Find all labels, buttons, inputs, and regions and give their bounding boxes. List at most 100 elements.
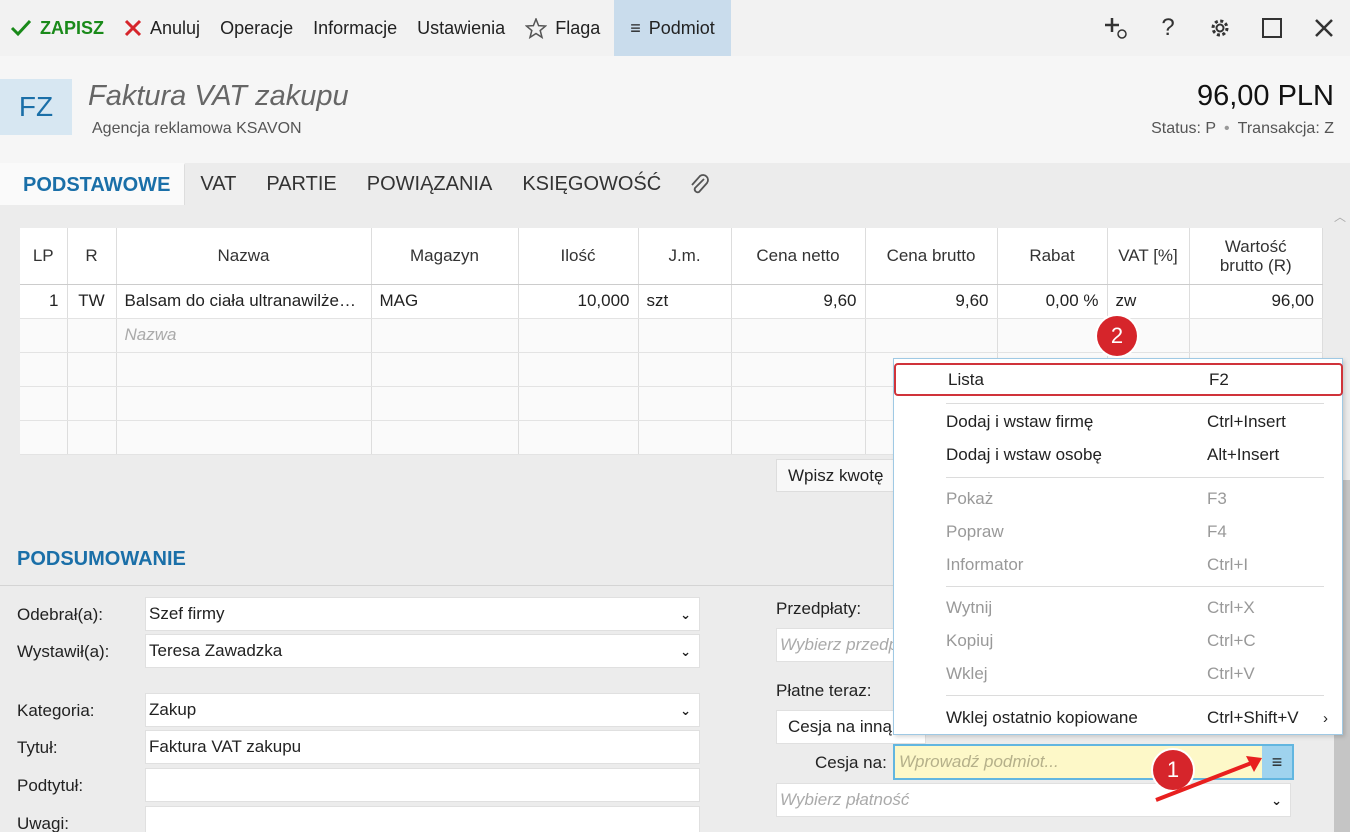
table-row[interactable]: 1 TW Balsam do ciała ultranawilże… MAG 1…	[20, 284, 1323, 319]
menu-item-label: Wklej ostatnio kopiowane	[946, 708, 1138, 727]
cell-rabat[interactable]: 0,00 %	[997, 284, 1108, 319]
menu-item-copy: Kopiuj Ctrl+C	[894, 625, 1344, 657]
maximize-icon[interactable]	[1246, 0, 1298, 56]
col-cena-netto[interactable]: Cena netto	[731, 228, 866, 285]
cell-cena-netto[interactable]: 9,60	[731, 284, 866, 319]
title-input[interactable]: Faktura VAT zakupu	[145, 730, 700, 764]
tab-powiazania[interactable]: POWIĄZANIA	[352, 163, 508, 205]
flag-button[interactable]: Flaga	[515, 0, 610, 56]
flag-label: Flaga	[555, 17, 601, 38]
cell-nazwa[interactable]: Balsam do ciała ultranawilże…	[116, 284, 372, 319]
document-header: FZ Faktura VAT zakupu Agencja reklamowa …	[0, 56, 1350, 163]
menu-item-add-person[interactable]: Dodaj i wstaw osobę Alt+Insert	[894, 439, 1344, 471]
received-by-value: Szef firmy	[149, 604, 225, 623]
cell-vat[interactable]: zw	[1107, 284, 1190, 319]
col-magazyn[interactable]: Magazyn	[371, 228, 519, 285]
col-r[interactable]: R	[67, 228, 117, 285]
menu-separator	[946, 586, 1324, 587]
settings-menu[interactable]: Ustawienia	[407, 0, 515, 56]
tab-vat[interactable]: VAT	[185, 163, 251, 205]
cession-label: Cesja na:	[815, 753, 887, 772]
info-menu[interactable]: Informacje	[303, 0, 407, 56]
cell-empty[interactable]	[865, 318, 998, 353]
category-label: Kategoria:	[17, 701, 95, 720]
transaction-value: Z	[1324, 120, 1334, 137]
close-icon[interactable]	[1298, 0, 1350, 56]
menu-item-shortcut: Ctrl+Insert	[1207, 412, 1286, 431]
menu-item-shortcut: F2	[1209, 369, 1229, 389]
entity-context-menu: Lista F2 Dodaj i wstaw firmę Ctrl+Insert…	[893, 358, 1343, 735]
notes-input[interactable]	[145, 806, 700, 832]
menu-item-shortcut: Ctrl+Shift+V	[1207, 708, 1299, 727]
scroll-up-icon[interactable]: ︿	[1334, 208, 1346, 228]
tab-ksiegowosc[interactable]: KSIĘGOWOŚĆ	[507, 163, 676, 205]
chevron-down-icon: ⌄	[1271, 793, 1282, 808]
summary-title: PODSUMOWANIE	[17, 548, 186, 570]
entity-label: Podmiot	[648, 17, 715, 38]
received-by-select[interactable]: Szef firmy ⌄	[145, 597, 700, 631]
cell-cena-brutto[interactable]: 9,60	[865, 284, 998, 319]
cell-empty[interactable]	[67, 318, 117, 353]
gear-icon[interactable]	[1194, 0, 1246, 56]
entity-button[interactable]: ≡ Podmiot	[614, 0, 731, 56]
menu-item-label: Kopiuj	[946, 631, 994, 650]
chevron-right-icon: ›	[1323, 709, 1328, 727]
cell-lp[interactable]: 1	[20, 284, 68, 319]
menu-item-paste: Wklej Ctrl+V	[894, 658, 1344, 690]
menu-item-show: Pokaż F3	[894, 483, 1344, 515]
menu-item-label: Dodaj i wstaw firmę	[946, 412, 1094, 431]
col-lp[interactable]: LP	[20, 228, 68, 285]
col-jm[interactable]: J.m.	[638, 228, 732, 285]
cell-empty[interactable]	[731, 318, 866, 353]
help-icon[interactable]: ?	[1142, 0, 1194, 56]
cell-empty[interactable]	[1189, 318, 1323, 353]
document-amount: 96,00 PLN	[1196, 80, 1334, 112]
cancel-label: Anuluj	[150, 17, 201, 38]
menu-item-lista[interactable]: Lista F2	[894, 363, 1343, 396]
enter-amount-button[interactable]: Wpisz kwotę	[776, 459, 896, 492]
issued-by-label: Wystawił(a):	[17, 642, 110, 661]
cell-empty[interactable]	[518, 318, 639, 353]
operations-menu[interactable]: Operacje	[210, 0, 303, 56]
new-item-name-input[interactable]: Nazwa	[116, 318, 372, 353]
attachment-icon[interactable]	[676, 163, 722, 205]
menu-item-add-company[interactable]: Dodaj i wstaw firmę Ctrl+Insert	[894, 406, 1344, 438]
tab-podstawowe[interactable]: PODSTAWOWE	[0, 163, 186, 205]
cell-wartosc[interactable]: 96,00	[1189, 284, 1323, 319]
menu-item-paste-recent[interactable]: Wklej ostatnio kopiowane Ctrl+Shift+V ›	[894, 702, 1344, 734]
cell-ilosc[interactable]: 10,000	[518, 284, 639, 319]
col-cena-brutto[interactable]: Cena brutto	[865, 228, 998, 285]
col-wartosc-brutto[interactable]: Wartość brutto (R)	[1189, 228, 1323, 285]
menu-item-shortcut: Ctrl+X	[1207, 598, 1255, 617]
operations-label: Operacje	[220, 17, 294, 38]
cell-r[interactable]: TW	[67, 284, 117, 319]
menu-item-label: Wklej	[946, 664, 988, 683]
title-label: Tytuł:	[17, 738, 58, 757]
cell-empty[interactable]	[371, 318, 519, 353]
add-refresh-icon[interactable]	[1090, 0, 1142, 56]
col-ilosc[interactable]: Ilość	[518, 228, 639, 285]
annotation-badge-2: 2	[1097, 316, 1137, 356]
settings-label: Ustawienia	[417, 17, 506, 38]
subtitle-input[interactable]	[145, 768, 700, 802]
cell-jm[interactable]: szt	[638, 284, 732, 319]
issued-by-select[interactable]: Teresa Zawadzka ⌄	[145, 634, 700, 668]
cell-empty[interactable]	[997, 318, 1108, 353]
paid-now-label: Płatne teraz:	[776, 681, 872, 700]
tab-partie[interactable]: PARTIE	[251, 163, 351, 205]
cell-empty[interactable]	[20, 318, 68, 353]
col-rabat[interactable]: Rabat	[997, 228, 1108, 285]
category-select[interactable]: Zakup ⌄	[145, 693, 700, 727]
payment-placeholder: Wybierz płatność	[780, 790, 910, 809]
col-nazwa[interactable]: Nazwa	[116, 228, 372, 285]
cell-empty[interactable]	[638, 318, 732, 353]
col-vat[interactable]: VAT [%]	[1107, 228, 1190, 285]
cell-magazyn[interactable]: MAG	[371, 284, 519, 319]
checkmark-icon	[10, 19, 32, 37]
table-header-row: LP R Nazwa Magazyn Ilość J.m. Cena netto…	[20, 228, 1323, 285]
cancel-button[interactable]: Anuluj	[114, 0, 210, 56]
toolbar: ZAPISZ Anuluj Operacje Informacje Ustawi…	[0, 0, 1350, 56]
save-button[interactable]: ZAPISZ	[0, 0, 114, 56]
paid-now-value: Cesja na inną	[788, 717, 892, 736]
transaction-label: Transakcja:	[1237, 120, 1320, 137]
